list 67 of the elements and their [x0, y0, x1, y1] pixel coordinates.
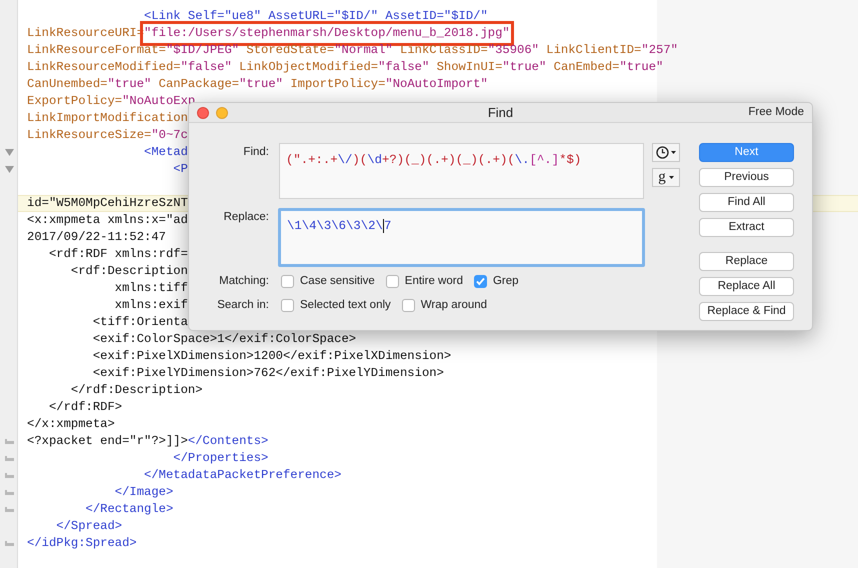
grep-menu-button[interactable]: g — [652, 168, 680, 187]
code-line: LinkImportModification — [27, 110, 188, 127]
code-line: <exif:PixelXDimension>1200</exif:PixelXDimension> — [92, 348, 452, 365]
mode-label: Free Mode — [747, 104, 804, 120]
code-line: ExportPolicy="NoAutoExp — [27, 93, 196, 110]
code-line: LinkResourceSize="0~7c — [27, 127, 188, 144]
dialog-button[interactable]: Previous — [699, 168, 794, 187]
replace-field[interactable]: \1\4\3\6\3\2\7 — [278, 208, 645, 267]
history-menu-button[interactable] — [652, 143, 680, 162]
replace-label: Replace: — [222, 210, 269, 225]
code-line: <rdf:RDF xmlns:rdf= — [48, 246, 188, 263]
caret-icon — [671, 151, 676, 154]
fold-end-icon[interactable] — [4, 506, 14, 512]
checkbox[interactable] — [402, 299, 415, 312]
option-group-label: Matching: — [218, 274, 269, 289]
fold-end-icon[interactable] — [4, 438, 14, 444]
find-label: Find: — [242, 145, 269, 160]
code-line: xmlns:tiff — [114, 280, 188, 297]
code-line: </x:xmpmeta> — [27, 416, 115, 433]
minimize-button[interactable] — [216, 106, 228, 118]
checkbox-label: Entire word — [404, 274, 463, 289]
dialog-button[interactable]: Replace & Find — [699, 302, 794, 321]
code-line: </rdf:Description> — [70, 382, 203, 399]
fold-triangle-icon[interactable] — [4, 149, 14, 156]
code-line: </Rectangle> — [84, 501, 174, 518]
code-line: <Metad — [143, 144, 188, 161]
code-line: <x:xmpmeta xmlns:x="ad — [27, 212, 188, 229]
close-button[interactable] — [197, 106, 209, 118]
clock-icon — [656, 146, 669, 159]
code-line: <P — [172, 161, 188, 178]
code-line: <tiff:Orienta — [92, 314, 188, 331]
dialog-button[interactable]: Replace All — [699, 277, 794, 296]
dialog-button[interactable]: Replace — [699, 252, 794, 271]
code-line: </rdf:RDF> — [48, 399, 122, 416]
dialog-button[interactable]: Find All — [699, 193, 794, 212]
code-line: <exif:ColorSpace>1</exif:ColorSpace> — [92, 331, 356, 348]
fold-end-icon[interactable] — [4, 490, 14, 496]
checkbox-label: Grep — [492, 274, 519, 289]
fold-end-icon[interactable] — [4, 540, 14, 546]
fold-end-icon[interactable] — [4, 472, 14, 478]
window-title: Find — [486, 104, 514, 122]
checkbox[interactable] — [281, 275, 294, 288]
code-line: xmlns:exif — [114, 297, 188, 314]
checkbox-label: Wrap around — [420, 298, 488, 314]
option-group-label: Search in: — [216, 298, 269, 314]
code-line: <?xpacket end="r"?>]]></Contents> — [27, 433, 268, 450]
code-line: id="W5M0MpCehiHzreSzNT — [27, 195, 188, 212]
caret-icon — [668, 176, 674, 179]
code-line: </MetadataPacketPreference> — [143, 467, 342, 484]
code-line: </Image> — [114, 484, 174, 501]
code-line: 2017/09/22-11:52:47 — [27, 229, 166, 246]
dialog-button[interactable]: Extract — [699, 218, 794, 237]
checkbox-label: Case sensitive — [300, 274, 375, 289]
code-line: <rdf:Description — [70, 263, 188, 280]
checkbox-label: Selected text only — [300, 298, 391, 314]
fold-end-icon[interactable] — [4, 456, 14, 462]
code-line: <exif:PixelYDimension>762</exif:PixelYDimension> — [92, 365, 444, 382]
find-field[interactable]: (".+:.+\/)(\d+?)(_)(.+)(_)(.+)(\.[^.]*$) — [279, 143, 644, 199]
fold-triangle-icon[interactable] — [4, 166, 14, 173]
code-line: CanUnembed="true" CanPackage="true" ImportPolicy="NoAutoImport" — [27, 76, 488, 93]
checkbox[interactable] — [281, 299, 294, 312]
code-line: </Properties> — [172, 450, 268, 467]
code-line: LinkResourceModified="false" LinkObjectModified="false" ShowInUI="true" CanEmbed="true" — [27, 59, 664, 76]
checkbox[interactable] — [386, 275, 399, 288]
code-line: </Spread> — [55, 518, 122, 535]
checkbox[interactable] — [474, 275, 487, 288]
code-line: </idPkg:Spread> — [27, 535, 137, 552]
